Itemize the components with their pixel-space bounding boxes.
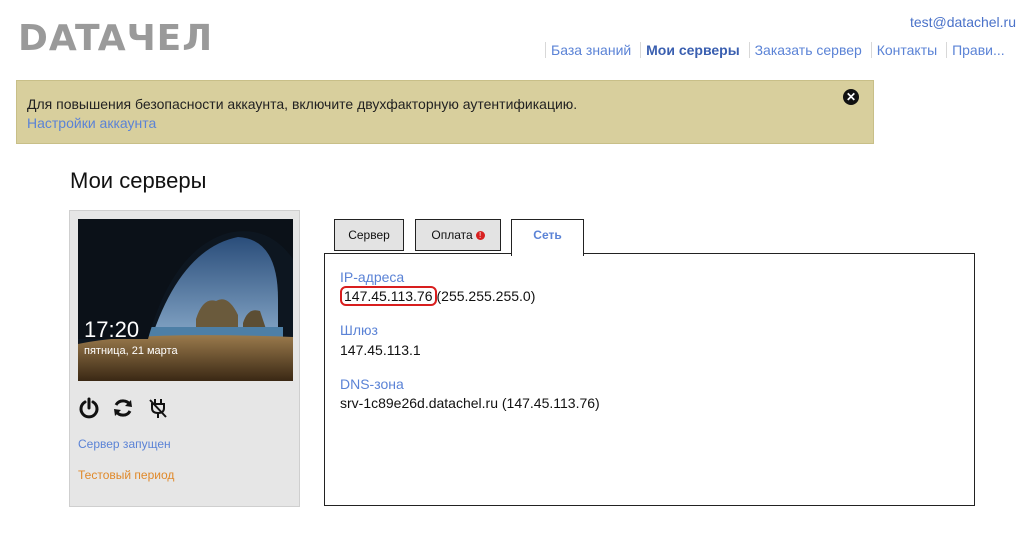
server-screen-preview[interactable]: 17:20 пятница, 21 марта [78, 219, 293, 381]
top-navigation: База знаний Мои серверы Заказать сервер … [545, 42, 1010, 58]
tab-network-label: Сеть [533, 228, 562, 242]
plug-off-icon[interactable] [147, 397, 169, 419]
screen-time: 17:20 [84, 317, 140, 342]
restart-icon[interactable] [112, 397, 134, 419]
logo[interactable]: DATAЧЕЛ [18, 18, 213, 59]
network-panel: IP-адреса 147.45.113.76 (255.255.255.0) Ш… [324, 253, 975, 506]
nav-order-server[interactable]: Заказать сервер [748, 42, 867, 58]
gateway-value: 147.45.113.1 [340, 342, 421, 358]
power-icon[interactable] [78, 397, 100, 419]
nav-contacts[interactable]: Контакты [870, 42, 943, 58]
tab-payment-label: Оплата [431, 228, 473, 242]
ip-mask: (255.255.255.0) [436, 288, 536, 304]
close-icon[interactable]: ✕ [843, 89, 859, 105]
user-email-link[interactable]: test@datachel.ru [910, 14, 1016, 30]
nav-knowledge-base[interactable]: База знаний [545, 42, 637, 58]
screen-date: пятница, 21 марта [84, 345, 178, 357]
warning-badge-icon: ! [475, 231, 485, 241]
ip-label: IP-адреса [340, 269, 405, 285]
nav-rules[interactable]: Прави... [946, 42, 1010, 58]
server-status: Сервер запущен [78, 437, 171, 451]
nav-my-servers[interactable]: Мои серверы [640, 42, 745, 58]
trial-period-label[interactable]: Тестовый период [78, 468, 174, 482]
tab-payment[interactable]: Оплата! [415, 219, 501, 251]
account-settings-link[interactable]: Настройки аккаунта [27, 115, 156, 131]
tab-server[interactable]: Сервер [334, 219, 404, 251]
server-card: 17:20 пятница, 21 марта Сервер запущен Т… [69, 210, 300, 507]
ip-row: 147.45.113.76 (255.255.255.0) [340, 286, 536, 306]
server-controls [78, 397, 177, 424]
dns-value: srv-1c89e26d.datachel.ru (147.45.113.76) [340, 395, 600, 411]
dns-label: DNS-зона [340, 376, 404, 392]
gateway-label: Шлюз [340, 322, 378, 338]
alert-message: Для повышения безопасности аккаунта, вкл… [27, 96, 578, 112]
security-alert: Для повышения безопасности аккаунта, вкл… [16, 80, 874, 144]
page-title: Мои серверы [70, 168, 207, 193]
ip-address[interactable]: 147.45.113.76 [340, 286, 437, 306]
tab-server-label: Сервер [348, 228, 390, 242]
tab-network[interactable]: Сеть [511, 219, 584, 256]
